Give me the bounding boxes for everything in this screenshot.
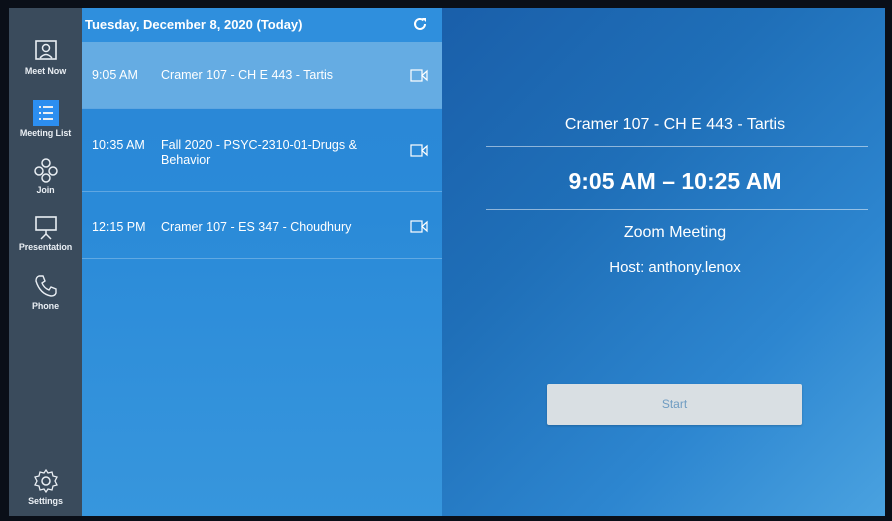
video-camera-icon bbox=[410, 69, 428, 82]
sidebar-item-presentation[interactable]: Presentation bbox=[9, 214, 82, 272]
divider bbox=[486, 146, 868, 147]
video-camera-icon bbox=[410, 220, 428, 233]
meeting-row[interactable]: 12:15 PM Cramer 107 - ES 347 - Choudhury bbox=[82, 192, 442, 258]
phone-icon bbox=[34, 275, 57, 297]
sidebar-item-meet-now[interactable]: Meet Now bbox=[9, 38, 82, 96]
meeting-detail-panel: Cramer 107 - CH E 443 - Tartis 9:05 AM –… bbox=[442, 8, 885, 516]
sidebar-item-label: Presentation bbox=[18, 242, 73, 252]
detail-time-range: 9:05 AM – 10:25 AM bbox=[568, 168, 782, 194]
list-header: Tuesday, December 8, 2020 (Today) bbox=[82, 8, 442, 42]
sidebar-item-label: Phone bbox=[31, 301, 59, 311]
meeting-time: 12:15 PM bbox=[92, 220, 146, 234]
sidebar-item-label: Join bbox=[36, 185, 55, 195]
video-camera-icon bbox=[410, 144, 428, 157]
meeting-time: 10:35 AM bbox=[92, 138, 145, 152]
screen: Meet Now Meeting List Join Presentation … bbox=[9, 8, 885, 516]
sidebar-item-settings[interactable]: Settings bbox=[9, 468, 82, 516]
meet-now-icon bbox=[34, 40, 57, 60]
detail-host: Host: anthony.lenox bbox=[609, 259, 741, 276]
detail-meeting-type: Zoom Meeting bbox=[623, 224, 727, 241]
divider bbox=[82, 258, 442, 259]
sidebar-item-label: Meeting List bbox=[19, 128, 72, 138]
sidebar: Meet Now Meeting List Join Presentation … bbox=[9, 8, 82, 516]
sidebar-item-phone[interactable]: Phone bbox=[9, 273, 82, 331]
meeting-title: Cramer 107 - ES 347 - Choudhury bbox=[161, 220, 352, 234]
sidebar-item-meeting-list[interactable]: Meeting List bbox=[9, 100, 82, 158]
divider bbox=[486, 209, 868, 210]
join-icon bbox=[33, 158, 58, 183]
sidebar-item-label: Meet Now bbox=[24, 66, 67, 76]
start-button[interactable]: Start bbox=[547, 384, 802, 425]
meeting-list-icon bbox=[32, 100, 59, 126]
refresh-icon[interactable] bbox=[412, 16, 428, 32]
presentation-icon bbox=[34, 216, 57, 240]
list-date: Tuesday, December 8, 2020 (Today) bbox=[85, 17, 303, 32]
meeting-list-panel: Tuesday, December 8, 2020 (Today) 9:05 A… bbox=[82, 8, 442, 516]
meeting-title: Cramer 107 - CH E 443 - Tartis bbox=[161, 68, 334, 82]
meeting-row[interactable]: 10:35 AM Fall 2020 - PSYC-2310-01-Drugs … bbox=[82, 109, 442, 191]
gear-icon bbox=[33, 468, 58, 494]
meeting-title: Fall 2020 - PSYC-2310-01-Drugs & Behavio… bbox=[161, 138, 357, 167]
detail-title: Cramer 107 - CH E 443 - Tartis bbox=[564, 116, 786, 133]
meeting-row[interactable]: 9:05 AM Cramer 107 - CH E 443 - Tartis bbox=[82, 42, 442, 108]
sidebar-item-join[interactable]: Join bbox=[9, 157, 82, 215]
sidebar-item-label: Settings bbox=[28, 496, 63, 506]
meeting-time: 9:05 AM bbox=[92, 68, 138, 82]
